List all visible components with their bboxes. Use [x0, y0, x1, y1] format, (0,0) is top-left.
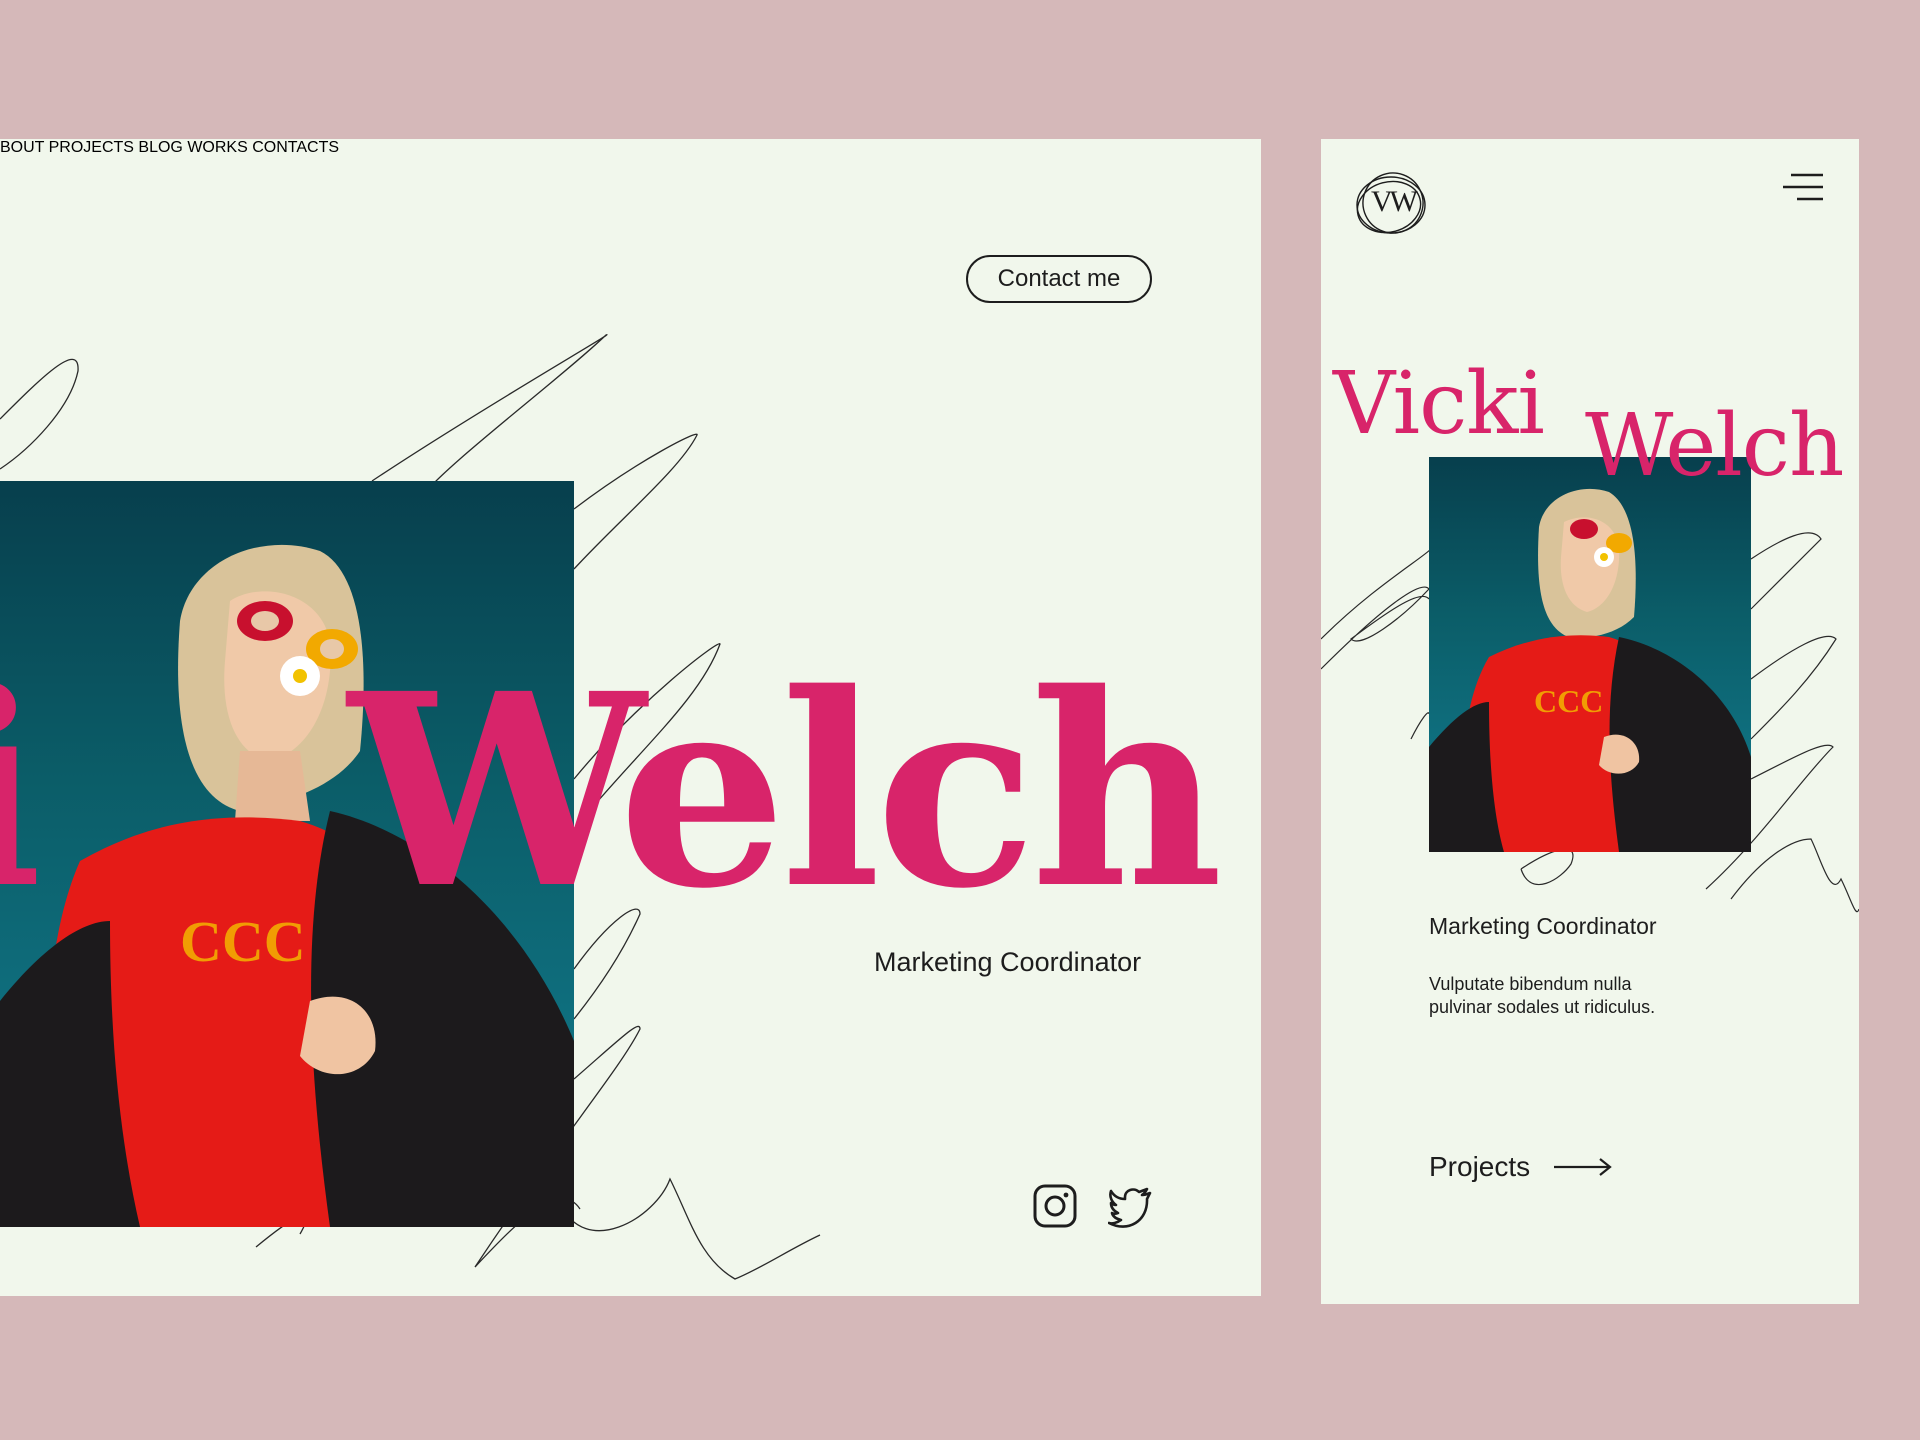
desktop-mockup: CCC i Welch BOUT PROJECTS BLOG WORKS CON…	[0, 139, 1261, 1296]
nav-projects[interactable]: PROJECTS	[49, 139, 134, 156]
hero-photo: CCC	[1429, 457, 1751, 852]
hero-description: Vulputate bibendum nulla pulvinar sodale…	[1429, 974, 1656, 1017]
svg-text:CCC: CCC	[180, 909, 306, 974]
hero-name-first: Vicki	[1333, 354, 1545, 454]
nav-about[interactable]: BOUT	[0, 139, 44, 156]
projects-link[interactable]: Projects	[1429, 1151, 1614, 1183]
instagram-icon[interactable]	[1032, 1183, 1078, 1229]
nav-contacts[interactable]: CONTACTS	[252, 139, 339, 156]
hero-name-last: Welch	[1585, 396, 1844, 496]
twitter-icon[interactable]	[1107, 1183, 1154, 1229]
vw-logo[interactable]: VW	[1353, 169, 1433, 239]
hamburger-menu-icon[interactable]	[1781, 171, 1825, 205]
mobile-mockup: VW CCC Vicki Welch Marketing Coordinator…	[1321, 139, 1859, 1304]
hero-role: Marketing Coordinator	[1429, 913, 1657, 939]
portrait-illustration: CCC	[1429, 488, 1751, 852]
contact-me-button[interactable]: Contact me	[966, 255, 1152, 303]
svg-text:CCC: CCC	[1534, 683, 1603, 719]
main-nav: BOUT PROJECTS BLOG WORKS CONTACTS	[0, 139, 1261, 157]
hero-name-first: i	[0, 659, 43, 924]
logo-text: VW	[1371, 185, 1418, 218]
projects-link-label: Projects	[1429, 1151, 1531, 1182]
nav-works[interactable]: WORKS	[187, 139, 247, 156]
hero-role: Marketing Coordinator	[874, 947, 1142, 977]
nav-blog[interactable]: BLOG	[138, 139, 182, 156]
arrow-right-icon	[1554, 1158, 1612, 1176]
hero-name-last: Welch	[348, 636, 1223, 947]
